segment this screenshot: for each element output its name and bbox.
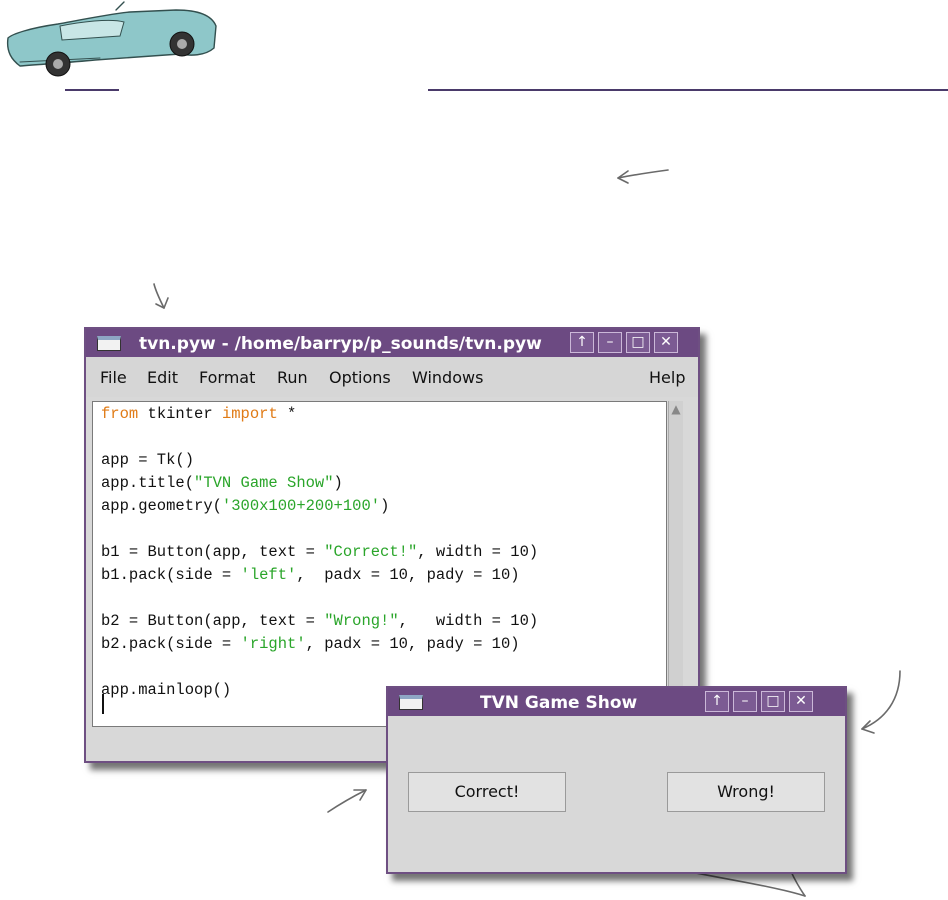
code-string: "Wrong!" <box>324 612 399 630</box>
editor-titlebar[interactable]: tvn.pyw - /home/barryp/p_sounds/tvn.pyw … <box>86 329 698 357</box>
code-line-7: b1 = Button(app, text = "Correct!", widt… <box>101 543 538 561</box>
code-text: ) <box>380 497 390 515</box>
correct-button[interactable]: Correct! <box>408 772 566 812</box>
text-cursor <box>102 694 104 714</box>
code-line-5: app.geometry('300x100+200+100') <box>101 497 389 515</box>
code-text: app = Tk() <box>101 451 195 469</box>
wrong-button[interactable]: Wrong! <box>667 772 825 812</box>
menu-file[interactable]: File <box>100 368 127 387</box>
annotation-arrow-up-right <box>327 789 367 813</box>
code-text: b1 = Button(app, text = <box>101 543 325 561</box>
app-window: TVN Game Show ↑ – □ ✕ Correct! Wrong! <box>386 686 847 874</box>
app-title: TVN Game Show <box>480 693 638 713</box>
annotation-arrow-left <box>617 169 669 184</box>
code-editor[interactable]: from tkinter import * app = Tk() app.tit… <box>92 401 667 727</box>
menu-format[interactable]: Format <box>199 368 255 387</box>
header-rule-left <box>65 89 119 91</box>
menu-run[interactable]: Run <box>277 368 308 387</box>
code-string: 'right' <box>240 635 306 653</box>
editor-title: tvn.pyw - /home/barryp/p_sounds/tvn.pyw <box>139 334 542 354</box>
maximize-icon[interactable]: □ <box>761 691 785 712</box>
code-string: '300x100+200+100' <box>221 497 381 515</box>
editor-menubar: File Edit Format Run Options Windows Hel… <box>86 357 698 397</box>
code-text: app.geometry( <box>101 497 222 515</box>
menu-edit[interactable]: Edit <box>147 368 178 387</box>
code-line-13: app.mainloop() <box>101 681 231 699</box>
code-text: app.mainloop() <box>101 681 232 699</box>
code-line-4: app.title("TVN Game Show") <box>101 474 343 492</box>
maximize-icon[interactable]: □ <box>626 332 650 353</box>
car-illustration <box>6 1 217 77</box>
code-keyword: import <box>221 405 278 423</box>
code-keyword: from <box>101 405 139 423</box>
code-text: , padx = 10, pady = 10) <box>296 566 520 584</box>
menu-help[interactable]: Help <box>649 368 685 387</box>
up-arrow-icon[interactable]: ↑ <box>570 332 594 353</box>
code-line-11: b2.pack(side = 'right', padx = 10, pady … <box>101 635 520 653</box>
code-string: 'left' <box>240 566 297 584</box>
code-line-8: b1.pack(side = 'left', padx = 10, pady =… <box>101 566 520 584</box>
code-text: , padx = 10, pady = 10) <box>305 635 520 653</box>
close-icon[interactable]: ✕ <box>789 691 813 712</box>
code-string: "TVN Game Show" <box>194 474 334 492</box>
minimize-icon[interactable]: – <box>733 691 757 712</box>
code-text: * <box>277 405 297 423</box>
code-line-3: app = Tk() <box>101 451 194 469</box>
code-text: app.title( <box>101 474 195 492</box>
code-string: "Correct!" <box>324 543 418 561</box>
code-text: , width = 10) <box>417 543 539 561</box>
editor-scrollbar[interactable]: ▲ <box>668 401 683 727</box>
annotation-arrow-down <box>153 283 169 309</box>
window-icon <box>399 695 423 710</box>
minimize-icon[interactable]: – <box>598 332 622 353</box>
app-titlebar[interactable]: TVN Game Show ↑ – □ ✕ <box>388 688 845 716</box>
menu-options[interactable]: Options <box>329 368 391 387</box>
up-arrow-icon[interactable]: ↑ <box>705 691 729 712</box>
close-icon[interactable]: ✕ <box>654 332 678 353</box>
code-text: b2 = Button(app, text = <box>101 612 325 630</box>
scroll-up-arrow-icon[interactable]: ▲ <box>670 402 682 416</box>
window-icon <box>97 336 121 351</box>
code-line-10: b2 = Button(app, text = "Wrong!", width … <box>101 612 538 630</box>
annotation-arrow-to-window <box>861 670 901 734</box>
code-text: b1.pack(side = <box>101 566 241 584</box>
code-text: ) <box>333 474 343 492</box>
header-rule-right <box>428 89 948 91</box>
code-text: b2.pack(side = <box>101 635 241 653</box>
code-text: , width = 10) <box>398 612 539 630</box>
menu-windows[interactable]: Windows <box>412 368 483 387</box>
code-line-1: from tkinter import * <box>101 405 296 423</box>
code-text: tkinter <box>138 405 222 423</box>
